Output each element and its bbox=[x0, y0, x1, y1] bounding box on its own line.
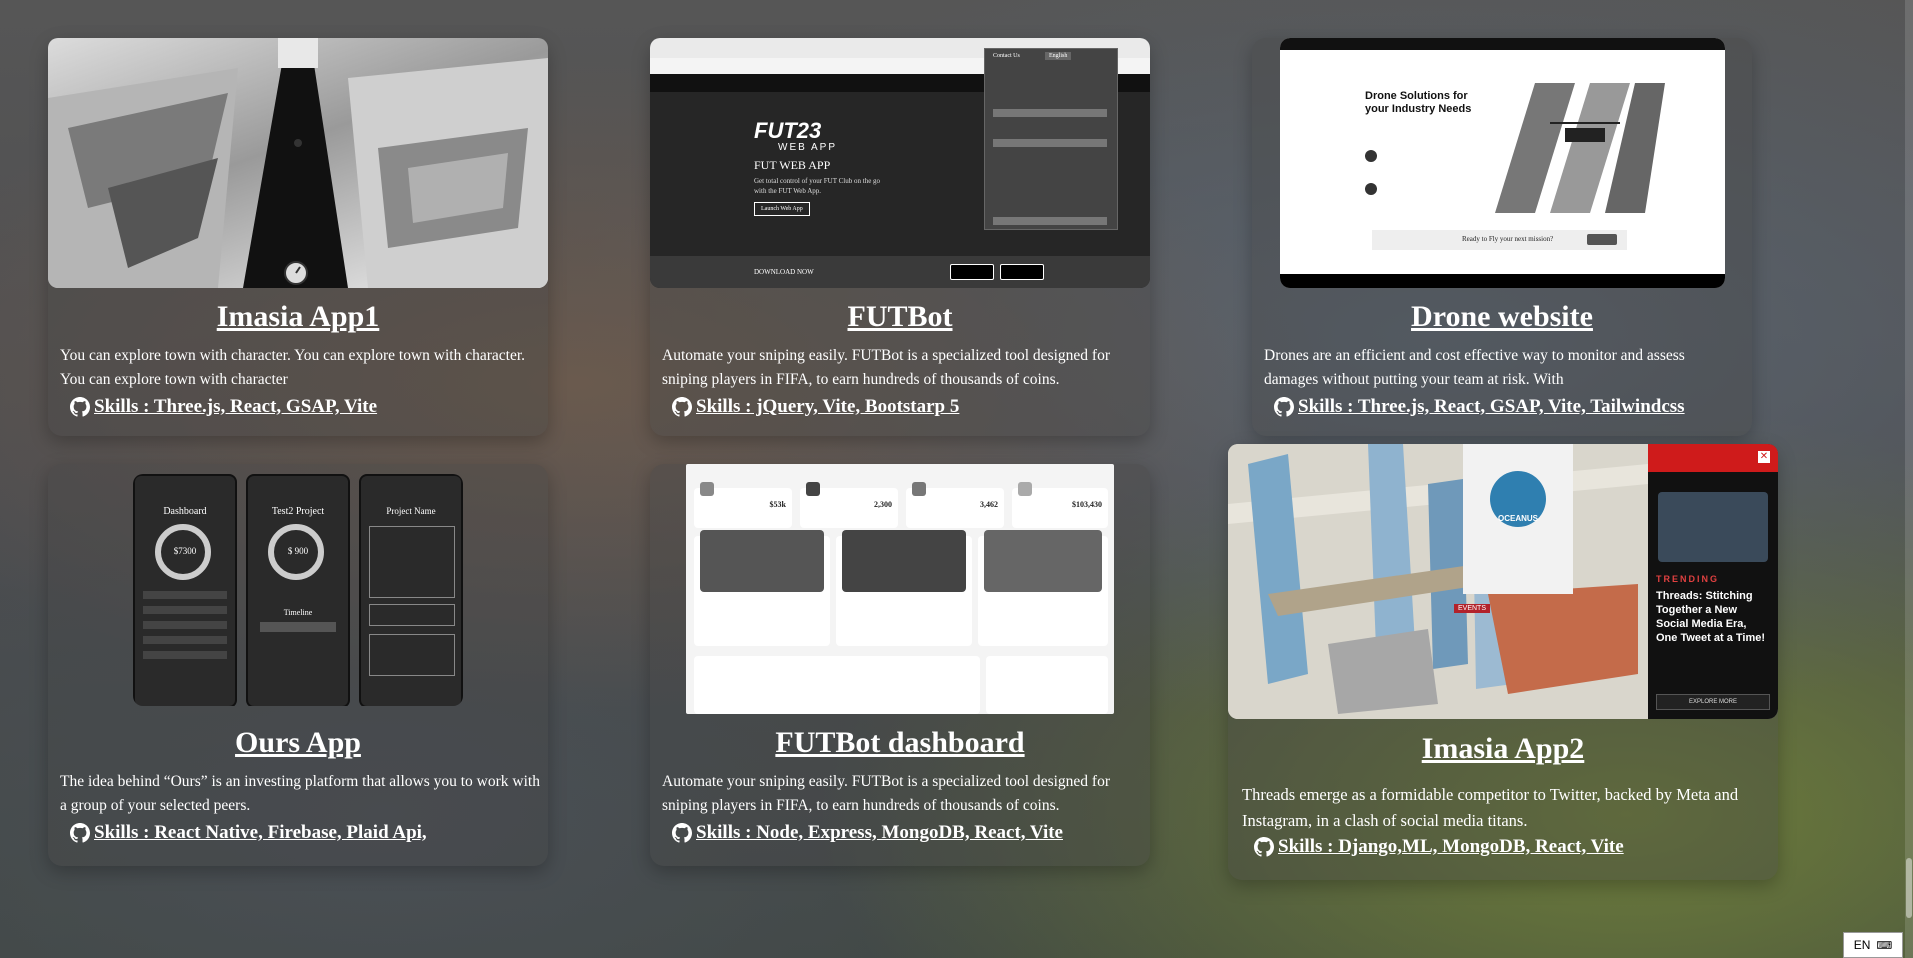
project-card-drone-website[interactable]: Drone Solutions for your Industry Needs … bbox=[1252, 38, 1752, 436]
drone-heading: Drone Solutions for your Industry Needs bbox=[1365, 90, 1472, 115]
project-thumbnail-futbot-dashboard[interactable]: $53k 2,300 3,462 $103,430 bbox=[686, 464, 1114, 714]
fut-lead: Get total control of your FUT Club on th… bbox=[754, 177, 881, 195]
google-play-badge bbox=[1000, 264, 1044, 280]
github-icon bbox=[70, 397, 90, 417]
skills-text: Skills : React Native, Firebase, Plaid A… bbox=[94, 822, 427, 843]
project-title: Imasia App1 bbox=[216, 300, 380, 333]
github-icon bbox=[70, 823, 90, 843]
kpi-card-2: 2,300 bbox=[800, 482, 898, 528]
skills-link[interactable]: Skills : Django,ML, MongoDB, React, Vite bbox=[1254, 836, 1624, 858]
project-card-imasia-app1[interactable]: Imasia App1 You can explore town with ch… bbox=[48, 38, 548, 436]
skills-link[interactable]: Skills : Three.js, React, GSAP, Vite, Ta… bbox=[1274, 396, 1685, 418]
chart-card-website-views bbox=[694, 530, 830, 646]
town-scene-image bbox=[48, 38, 548, 288]
download-now-label: DOWNLOAD NOW bbox=[754, 268, 814, 276]
close-icon[interactable]: ✕ bbox=[1758, 451, 1770, 463]
scrollbar-thumb[interactable] bbox=[1906, 858, 1912, 918]
skills-text: Skills : Node, Express, MongoDB, React, … bbox=[696, 822, 1063, 843]
phone-screen-dashboard: Dashboard $7300 bbox=[133, 474, 237, 706]
news-headline: Threads: Stitching Together a New Social… bbox=[1656, 590, 1766, 644]
fut-sub: WEB APP bbox=[778, 142, 838, 153]
keyboard-icon: ⌨ bbox=[1876, 939, 1893, 952]
project-description: Automate your sniping easily. FUTBot is … bbox=[662, 773, 1110, 814]
skills-link[interactable]: Skills : jQuery, Vite, Bootstarp 5 bbox=[672, 396, 959, 418]
github-icon bbox=[1254, 837, 1274, 857]
cta-text: Ready to Fly your next mission? bbox=[1462, 235, 1554, 243]
github-icon bbox=[672, 823, 692, 843]
top-bar bbox=[1280, 38, 1725, 50]
phone-screen-project-form: Project Name bbox=[359, 474, 463, 706]
kpi-card-3: 3,462 bbox=[906, 482, 1004, 528]
fut-brand: FUT23 bbox=[754, 118, 822, 143]
projects-table-card bbox=[694, 656, 980, 714]
github-icon bbox=[672, 397, 692, 417]
chart-card-daily-sales bbox=[836, 530, 972, 646]
skills-link[interactable]: Skills : Node, Express, MongoDB, React, … bbox=[672, 822, 1063, 844]
project-thumbnail-drone-website[interactable]: Drone Solutions for your Industry Needs … bbox=[1280, 38, 1725, 288]
projects-page: Imasia App1 You can explore town with ch… bbox=[0, 0, 1905, 958]
skills-text: Skills : Three.js, React, GSAP, Vite, Ta… bbox=[1298, 396, 1685, 417]
skills-link[interactable]: Skills : Three.js, React, GSAP, Vite bbox=[70, 396, 377, 418]
project-card-imasia-app2[interactable]: OCEANUS EVENTS ✕ TRENDING Threads: Stitc… bbox=[1228, 444, 1778, 880]
project-thumbnail-ours-app[interactable]: Dashboard $7300 Test2 Project $ 900 Time… bbox=[133, 474, 463, 706]
project-description: The idea behind “Ours” is an investing p… bbox=[60, 773, 540, 814]
news-panel: ✕ TRENDING Threads: Stitching Together a… bbox=[1648, 444, 1778, 719]
project-thumbnail-futbot[interactable]: FUT23 WEB APP FUT WEB APP Get total cont… bbox=[650, 38, 1150, 288]
phone-screen-project: Test2 Project $ 900 Timeline bbox=[246, 474, 350, 706]
language-select: English bbox=[1045, 52, 1072, 60]
project-thumbnail-imasia-app1[interactable] bbox=[48, 38, 548, 288]
city-scene-image bbox=[1228, 444, 1648, 719]
download-bar bbox=[650, 256, 1150, 288]
skills-text: Skills : Django,ML, MongoDB, React, Vite bbox=[1278, 836, 1624, 857]
project-thumbnail-imasia-app2[interactable]: OCEANUS EVENTS ✕ TRENDING Threads: Stitc… bbox=[1228, 444, 1778, 719]
project-description: You can explore town with character. You… bbox=[60, 347, 526, 388]
explore-more-button[interactable]: EXPLORE MORE bbox=[1656, 694, 1770, 710]
language-indicator[interactable]: EN ⌨ bbox=[1843, 932, 1903, 958]
project-description: Automate your sniping easily. FUTBot is … bbox=[662, 347, 1110, 388]
language-label: EN bbox=[1853, 938, 1871, 952]
project-card-ours-app[interactable]: Dashboard $7300 Test2 Project $ 900 Time… bbox=[48, 464, 548, 866]
project-title: Drone website bbox=[1411, 300, 1593, 333]
page-scrollbar[interactable] bbox=[1905, 0, 1913, 958]
kpi-card-4: $103,430 bbox=[1012, 482, 1108, 528]
project-title: FUTBot dashboard bbox=[775, 726, 1025, 759]
project-description: Threads emerge as a formidable competito… bbox=[1242, 785, 1739, 830]
orders-overview-card bbox=[986, 656, 1108, 714]
launch-web-app-button: Launch Web App bbox=[754, 202, 810, 216]
chart-card-completed-tasks bbox=[978, 530, 1108, 646]
drone-hero-graphic bbox=[1495, 83, 1665, 213]
contact-us-label: Contact Us bbox=[993, 53, 1020, 59]
bot-settings-panel: Contact Us English bbox=[984, 48, 1118, 230]
app-store-badge bbox=[950, 264, 994, 280]
project-card-futbot-dashboard[interactable]: $53k 2,300 3,462 $103,430 FUTBot dashboa… bbox=[650, 464, 1150, 866]
service-icon-2 bbox=[1365, 183, 1377, 195]
trending-label: TRENDING bbox=[1656, 574, 1719, 584]
project-title: Ours App bbox=[235, 726, 361, 759]
skills-text: Skills : Three.js, React, GSAP, Vite bbox=[94, 396, 378, 417]
cta-banner: Ready to Fly your next mission? bbox=[1372, 230, 1627, 250]
fut-heading: FUT WEB APP bbox=[754, 158, 831, 172]
skills-link[interactable]: Skills : React Native, Firebase, Plaid A… bbox=[70, 822, 427, 844]
skills-text: Skills : jQuery, Vite, Bootstarp 5 bbox=[696, 396, 960, 417]
project-title: FUTBot bbox=[847, 300, 953, 333]
project-card-futbot[interactable]: FUT23 WEB APP FUT WEB APP Get total cont… bbox=[650, 38, 1150, 436]
project-description: Drones are an efficient and cost effecti… bbox=[1264, 347, 1685, 388]
github-icon bbox=[1274, 397, 1294, 417]
service-icon-1 bbox=[1365, 150, 1377, 162]
project-title: Imasia App2 bbox=[1421, 732, 1585, 765]
oceanus-badge: OCEANUS bbox=[1497, 514, 1538, 523]
kpi-card-1: $53k bbox=[694, 482, 792, 528]
events-badge: EVENTS bbox=[1454, 604, 1491, 613]
